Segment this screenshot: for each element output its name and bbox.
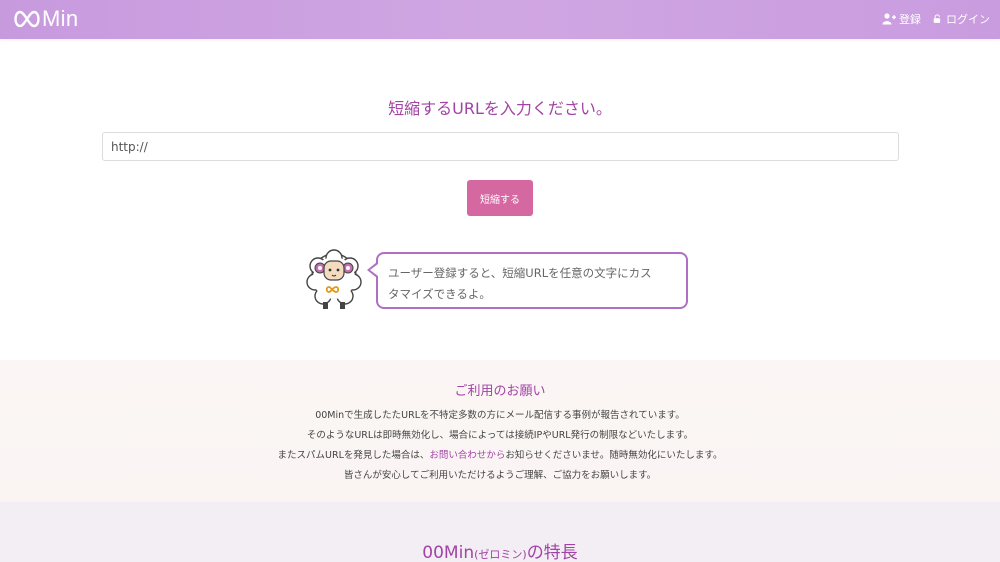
notice-line-3-before: またスパムURLを発見した場合は、 xyxy=(277,450,430,461)
features-title: 00Min(ゼロミン)の特長 xyxy=(0,538,1000,562)
usage-notice-section: ご利用のお願い 00Minで生成したたURLを不特定多数の方にメール配信する事例… xyxy=(0,360,1000,502)
lock-icon xyxy=(933,14,941,23)
login-link[interactable]: ログイン xyxy=(933,11,990,27)
page-title: 短縮するURLを入力ください。 xyxy=(388,99,612,118)
url-input[interactable] xyxy=(102,132,899,161)
speech-bubble: ユーザー登録すると、短縮URLを任意の文字にカス タマイズできるよ。 xyxy=(376,252,688,309)
features-section: 00Min(ゼロミン)の特長 xyxy=(0,502,1000,562)
notice-line-3-after: お知らせくださいませ。随時無効化にいたします。 xyxy=(505,450,723,461)
header-nav: 登録 ログイン xyxy=(882,11,990,27)
logo-text: Min xyxy=(42,6,79,31)
contact-link[interactable]: お問い合わせから xyxy=(429,450,505,461)
notice-line-3: またスパムURLを発見した場合は、お問い合わせからお知らせくださいませ。随時無効… xyxy=(0,446,1000,466)
register-link[interactable]: 登録 xyxy=(882,11,921,27)
shorten-button[interactable]: 短縮する xyxy=(467,180,533,216)
infinity-icon xyxy=(14,10,40,28)
sheep-mascot-icon xyxy=(306,249,362,309)
features-title-reading: (ゼロミン) xyxy=(474,548,527,561)
notice-line-4: 皆さんが安心してご利用いただけるようご理解、ご協力をお願いします。 xyxy=(343,470,657,481)
login-label: ログイン xyxy=(946,13,990,26)
bubble-line-2: タマイズできるよ。 xyxy=(388,287,491,301)
speech-bubble-tail-fill xyxy=(370,264,378,276)
top-navbar: Min 登録 ログイン xyxy=(0,0,1000,39)
notice-text: 00Minで生成したたURLを不特定多数の方にメール配信する事例が報告されていま… xyxy=(0,406,1000,486)
user-plus-icon xyxy=(882,13,896,25)
features-title-end: の特長 xyxy=(526,543,578,562)
features-title-main: 00Min xyxy=(422,543,475,562)
site-logo[interactable]: Min xyxy=(12,6,78,32)
notice-line-1: 00Minで生成したたURLを不特定多数の方にメール配信する事例が報告されていま… xyxy=(315,410,685,421)
notice-title: ご利用のお願い xyxy=(454,384,546,399)
register-label: 登録 xyxy=(899,13,921,26)
bubble-line-1: ユーザー登録すると、短縮URLを任意の文字にカス xyxy=(388,266,652,280)
notice-line-2: そのようなURLは即時無効化し、場合によっては接続IPやURL発行の制限などいた… xyxy=(306,430,694,441)
